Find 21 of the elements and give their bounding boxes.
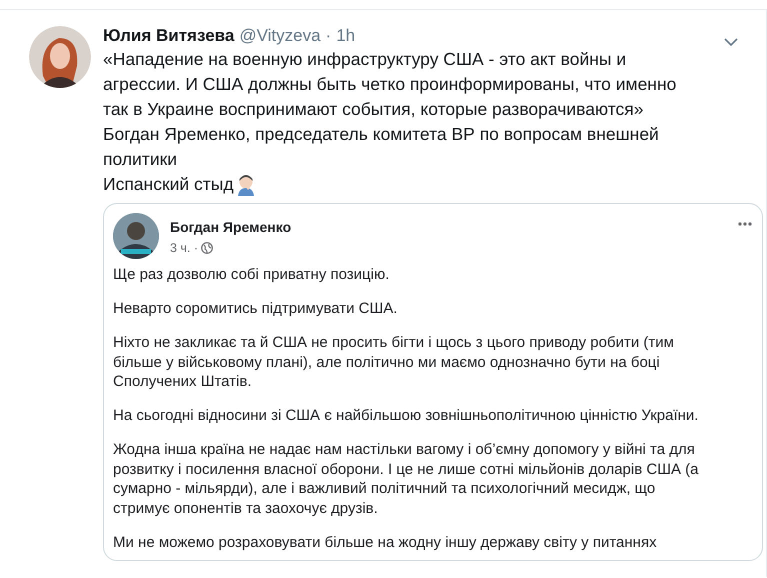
post-paragraph: Жодна інша країна не надає нам настільки вагому і об’ємну допомогу у війні та для розвитку і посилення власної оборони. І це не лише сотні мільйонів доларів США (а сумарно - мільярди), але і важливий політичний та психологічний месидж, що стримує опонентів та заохочує друзів. xyxy=(113,440,700,518)
separator-dot: · xyxy=(326,26,332,46)
post-paragraph: Неварто соромитись підтримувати США. xyxy=(113,299,398,318)
post-author[interactable]: Богдан Яременко xyxy=(170,219,292,235)
tweet-time[interactable]: 1h xyxy=(336,26,356,46)
globe-icon xyxy=(201,242,214,254)
post-time[interactable]: 3 ч. · xyxy=(170,241,198,255)
post-paragraph: Ще раз дозволю собі приватну позицію. xyxy=(113,265,390,284)
tweet-text: Богдан Яременко, председатель комитета ВР по вопросам внешней политики xyxy=(103,123,660,171)
chevron-icon[interactable] xyxy=(724,38,738,46)
author-name[interactable]: Юлия Витязева xyxy=(103,26,234,46)
tweet-text: Испанский стыд xyxy=(103,173,234,196)
author-handle[interactable]: @Vityzeva xyxy=(239,26,321,46)
more-icon[interactable] xyxy=(738,222,752,226)
tweet-text: «Нападение на военную инфраструктуру США - это акт войны и агрессии. И США должны быть четко проинформированы, что именно так в Украине воспринимают события, которые разворачиваются» xyxy=(103,48,678,121)
avatar-photo[interactable] xyxy=(113,213,159,259)
embedded-post-card[interactable] xyxy=(103,203,763,561)
post-paragraph: Ми не можемо розраховувати більше на жодну іншу державу світу у питаннях xyxy=(113,532,658,552)
post-paragraph: На сьогодні відносини зі США є найбільшою зовнішньополітичною цінністю України. xyxy=(113,406,700,426)
avatar-photo[interactable] xyxy=(29,26,91,88)
post-paragraph: Ніхто не закликає та й США не просить бігти і щось з цього приводу робити (тим більше у військовому плані), але політично ми маємо однозначно бути на боці Сполучених Штатів. xyxy=(113,333,675,392)
